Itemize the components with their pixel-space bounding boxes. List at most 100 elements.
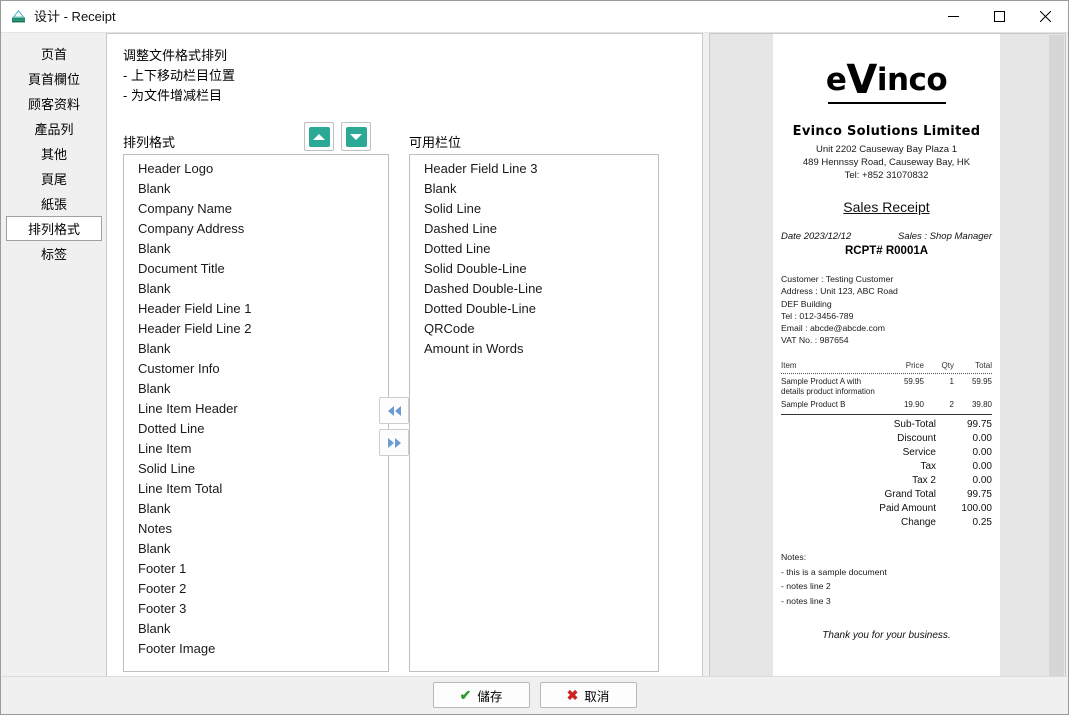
total-label: Grand Total: [884, 489, 936, 501]
sidebar-item-header[interactable]: 页首: [6, 41, 102, 66]
line-items-body: Sample Product A with details product inf…: [781, 376, 992, 412]
total-value: 0.00: [972, 447, 992, 459]
maximize-button[interactable]: [976, 1, 1022, 32]
list-item[interactable]: Blank: [124, 539, 388, 559]
total-row: Service 0.00: [781, 446, 992, 460]
line-item-header: Item Price Qty Total: [781, 361, 992, 372]
list-item[interactable]: Blank: [124, 499, 388, 519]
list-item[interactable]: Blank: [124, 619, 388, 639]
receipt-paper: eVinco Evinco Solutions Limited Unit 220…: [773, 34, 1000, 677]
line-item-name-2: details product information: [781, 387, 875, 397]
list-item[interactable]: Dotted Line: [410, 239, 658, 259]
save-button[interactable]: ✔ 儲存: [432, 682, 530, 708]
minimize-button[interactable]: [930, 1, 976, 32]
move-down-button[interactable]: [341, 122, 371, 151]
list-item[interactable]: Notes: [124, 519, 388, 539]
document-preview-panel: eVinco Evinco Solutions Limited Unit 220…: [709, 33, 1066, 678]
list-item[interactable]: Dashed Double-Line: [410, 279, 658, 299]
list-item[interactable]: Footer 1: [124, 559, 388, 579]
list-item[interactable]: Amount in Words: [410, 339, 658, 359]
sidebar-item-product-list[interactable]: 產品列: [6, 116, 102, 141]
total-row: Sub-Total 99.75: [781, 418, 992, 432]
line-item-total: 59.95: [971, 376, 992, 386]
list-item[interactable]: Dashed Line: [410, 219, 658, 239]
list-item[interactable]: Footer 3: [124, 599, 388, 619]
notes-title: Notes:: [781, 552, 807, 563]
notes-lines: - this is a sample document - notes line …: [781, 565, 992, 609]
list-item[interactable]: Line Item Header: [124, 399, 388, 419]
list-item[interactable]: Dotted Line: [124, 419, 388, 439]
sidebar-item-label[interactable]: 标签: [6, 241, 102, 266]
line-item-price: 59.95: [903, 376, 924, 386]
list-item[interactable]: Header Field Line 2: [124, 319, 388, 339]
total-value: 0.00: [972, 475, 992, 487]
total-value: 0.00: [972, 433, 992, 445]
list-item[interactable]: Header Field Line 1: [124, 299, 388, 319]
col-price: Price: [905, 360, 924, 370]
customer-info-line: Address : Unit 123, ABC Road: [781, 286, 898, 297]
list-item[interactable]: Company Address: [124, 219, 388, 239]
total-label: Tax 2: [912, 475, 936, 487]
total-label: Sub-Total: [893, 419, 936, 431]
list-item[interactable]: Blank: [124, 379, 388, 399]
customer-info-line: Email : abcde@abcde.com: [781, 323, 885, 334]
col-qty: Qty: [941, 360, 954, 370]
list-item[interactable]: QRCode: [410, 319, 658, 339]
move-right-button[interactable]: [379, 429, 409, 456]
customer-info-line: DEF Building: [781, 298, 832, 309]
sidebar-item-arrangement[interactable]: 排列格式: [6, 216, 102, 241]
move-up-button[interactable]: [304, 122, 334, 151]
list-item[interactable]: Footer 2: [124, 579, 388, 599]
header-logo: eVinco: [773, 34, 1000, 104]
line-item-name: Sample Product B: [781, 399, 846, 409]
col-total: Total: [975, 360, 992, 370]
dotted-line-separator: [781, 372, 992, 374]
line-item-total: 39.80: [971, 399, 992, 409]
company-name: Evinco Solutions Limited: [792, 124, 981, 139]
customer-info-line: Tel : 012-3456-789: [781, 310, 854, 321]
instruction-line-1: 调整文件格式排列: [123, 48, 228, 63]
list-item[interactable]: Blank: [410, 179, 658, 199]
arranged-fields-list[interactable]: Header Logo Blank Company Name Company Addr…: [123, 154, 389, 672]
cancel-button[interactable]: ✖ 取消: [539, 682, 637, 708]
arranged-list-label: 排列格式: [123, 135, 176, 150]
list-item[interactable]: Blank: [124, 339, 388, 359]
list-item[interactable]: Footer Image: [124, 639, 388, 659]
sidebar-item-other[interactable]: 其他: [6, 141, 102, 166]
preview-scrollbar[interactable]: [1049, 35, 1064, 677]
sidebar-item-paper[interactable]: 紙張: [6, 191, 102, 216]
check-icon: ✔: [459, 686, 472, 703]
line-item-row: Sample Product A with details product inf…: [781, 376, 992, 399]
list-item[interactable]: Line Item: [124, 439, 388, 459]
list-item[interactable]: Line Item Total: [124, 479, 388, 499]
sidebar-item-customer-info[interactable]: 顾客资料: [6, 91, 102, 116]
list-item[interactable]: Document Title: [124, 259, 388, 279]
receipt-sales: Sales : Shop Manager: [897, 231, 992, 242]
instructions: 调整文件格式排列 - 上下移动栏目位置 - 为文件增减栏目: [123, 46, 235, 106]
list-item[interactable]: Header Logo: [124, 159, 388, 179]
list-item[interactable]: Blank: [124, 179, 388, 199]
list-item[interactable]: Company Name: [124, 199, 388, 219]
list-item[interactable]: Blank: [124, 279, 388, 299]
total-value: 100.00: [961, 503, 992, 515]
list-item[interactable]: Dotted Double-Line: [410, 299, 658, 319]
list-item[interactable]: Customer Info: [124, 359, 388, 379]
total-row: Change 0.25: [781, 516, 992, 530]
total-label: Paid Amount: [879, 503, 936, 515]
total-value: 99.75: [966, 489, 992, 501]
document-title: Sales Receipt: [843, 199, 930, 215]
list-item[interactable]: Blank: [124, 239, 388, 259]
list-item[interactable]: Header Field Line 3: [410, 159, 658, 179]
sidebar-item-footer[interactable]: 頁尾: [6, 166, 102, 191]
total-row: Discount 0.00: [781, 432, 992, 446]
footer-thank-you: Thank you for your business.: [822, 630, 951, 642]
move-left-button[interactable]: [379, 397, 409, 424]
company-address: Unit 2202 Causeway Bay Plaza 1 489 Henns…: [773, 143, 1000, 182]
list-item[interactable]: Solid Line: [410, 199, 658, 219]
window-controls: [930, 1, 1068, 32]
sidebar-item-header-fields[interactable]: 頁首欄位: [6, 66, 102, 91]
available-fields-list[interactable]: Header Field Line 3 Blank Solid Line Dashed…: [409, 154, 659, 672]
close-button[interactable]: [1022, 1, 1068, 32]
list-item[interactable]: Solid Double-Line: [410, 259, 658, 279]
list-item[interactable]: Solid Line: [124, 459, 388, 479]
